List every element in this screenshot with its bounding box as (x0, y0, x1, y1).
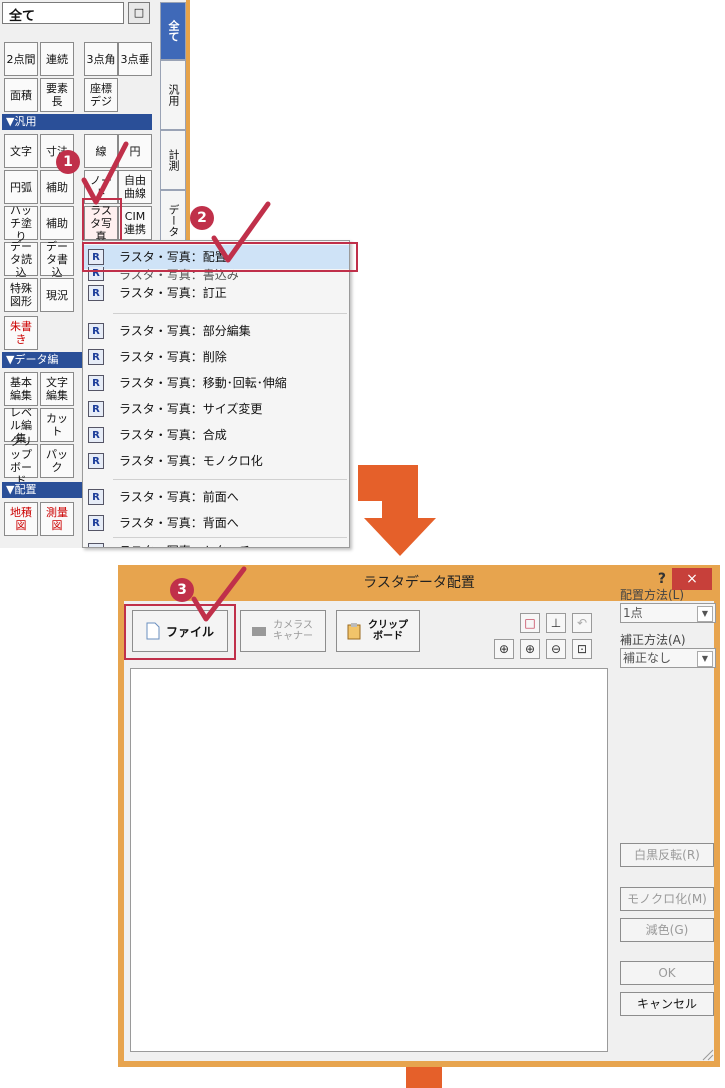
palette-toggle-button[interactable]: □ (128, 2, 150, 24)
raster-icon: R (88, 285, 104, 301)
tool-coordinate[interactable]: 座標デジ (84, 78, 118, 112)
ok-button[interactable]: OK (620, 961, 714, 985)
menu-separator (113, 537, 347, 538)
help-button[interactable]: ? (658, 571, 666, 587)
tool-text-edit[interactable]: 文字編集 (40, 372, 74, 406)
raster-context-menu: R ラスタ・写真：配置 R ラスタ・写真：書込み R ラスタ・写真：訂正 R ラ… (82, 240, 350, 548)
undo-icon[interactable]: ↶ (572, 613, 592, 633)
tool-text[interactable]: 文字 (4, 134, 38, 168)
clipboard-icon (347, 623, 361, 640)
raster-icon: R (88, 427, 104, 443)
frame-tool-icon[interactable]: □ (520, 613, 540, 633)
clipboard-button[interactable]: クリップボード (336, 610, 420, 652)
raster-icon: R (88, 515, 104, 531)
placement-method-label: 配置方法(L) (620, 588, 685, 602)
align-tool-icon[interactable]: ⊥ (546, 613, 566, 633)
raster-icon: R (88, 323, 104, 339)
tool-data-write[interactable]: データ書込 (40, 240, 74, 279)
menu-item-merge[interactable]: R ラスタ・写真：合成 (83, 423, 349, 447)
step2-check-icon (211, 201, 271, 263)
tool-data-read[interactable]: データ読込 (4, 240, 38, 279)
flow-arrow-down-icon (364, 518, 436, 556)
zoom-in-icon[interactable]: ⊕ (520, 639, 540, 659)
tool-survey-map[interactable]: 測量図 (40, 502, 74, 536)
placement-method-select[interactable]: 1点 ▼ (620, 603, 716, 623)
tool-special-figure[interactable]: 特殊図形 (4, 278, 38, 312)
section-general[interactable]: ▼汎用 (2, 114, 152, 130)
menu-separator (113, 313, 347, 314)
zoom-window-icon[interactable]: ⊕ (494, 639, 514, 659)
preview-area[interactable] (130, 668, 608, 1052)
monochrome-button[interactable]: モノクロ化(M) (620, 887, 714, 911)
step1-badge: 1 (56, 150, 80, 174)
raster-icon: R (88, 375, 104, 391)
chevron-down-icon: ▼ (697, 606, 713, 622)
cancel-button[interactable]: キャンセル (620, 992, 714, 1016)
flow-arrow-body-2 (406, 1067, 442, 1088)
tool-aux-2[interactable]: 補助 (40, 206, 74, 240)
menu-item-bring-front[interactable]: R ラスタ・写真：前面へ (83, 485, 349, 509)
raster-icon: R (88, 349, 104, 365)
raster-icon: R (88, 453, 104, 469)
menu-item-delete[interactable]: R ラスタ・写真：削除 (83, 345, 349, 369)
tool-hatch[interactable]: ハッチ塗り (4, 204, 38, 243)
menu-item-resize[interactable]: R ラスタ・写真：サイズ変更 (83, 397, 349, 421)
tool-2point-distance[interactable]: 2点間 (4, 42, 38, 76)
invert-button[interactable]: 白黒反転(R) (620, 843, 714, 867)
tool-pack[interactable]: パック (40, 444, 74, 478)
tool-3point-perp[interactable]: 3点垂 (118, 42, 152, 76)
chevron-down-icon: ▼ (697, 651, 713, 667)
camera-scanner-button[interactable]: カメラスキャナー (240, 610, 326, 652)
step3-check-icon (191, 566, 247, 622)
resize-grip-icon[interactable] (700, 1047, 714, 1061)
step1-check-icon (81, 141, 129, 205)
correction-method-label: 補正方法(A) (620, 633, 686, 647)
reduce-color-button[interactable]: 減色(G) (620, 918, 714, 942)
menu-item-correct[interactable]: R ラスタ・写真：訂正 (83, 281, 349, 305)
tool-element-length[interactable]: 要素長 (40, 78, 74, 112)
flow-arrow-body-v (382, 465, 418, 523)
tool-current[interactable]: 現況 (40, 278, 74, 312)
tool-clipboard[interactable]: クリップボード (4, 435, 38, 487)
camera-icon (252, 627, 266, 636)
tab-measure[interactable]: 計測 (160, 130, 186, 190)
tool-arc[interactable]: 円弧 (4, 170, 38, 204)
tool-red-note[interactable]: 朱書き (4, 316, 38, 350)
menu-item-send-back[interactable]: R ラスタ・写真：背面へ (83, 511, 349, 535)
raster-icon: R (88, 543, 104, 547)
correction-method-select[interactable]: 補正なし ▼ (620, 648, 716, 668)
raster-icon: R (88, 401, 104, 417)
raster-icon: R (88, 489, 104, 505)
menu-item-move-rotate[interactable]: R ラスタ・写真：移動･回転･伸縮 (83, 371, 349, 395)
fit-view-icon[interactable]: ⊡ (572, 639, 592, 659)
category-combo[interactable]: 全て (2, 2, 124, 24)
zoom-out-icon[interactable]: ⊖ (546, 639, 566, 659)
tool-cim-link[interactable]: CIM連携 (118, 206, 152, 240)
menu-item-monochrome[interactable]: R ラスタ・写真：モノクロ化 (83, 449, 349, 473)
menu-item-partial-edit[interactable]: R ラスタ・写真：部分編集 (83, 319, 349, 343)
tool-area[interactable]: 面積 (4, 78, 38, 112)
tool-3point-angle[interactable]: 3点角 (84, 42, 118, 76)
tool-continuous[interactable]: 連続 (40, 42, 74, 76)
tool-basic-edit[interactable]: 基本編集 (4, 372, 38, 406)
tool-aux[interactable]: 補助 (40, 170, 74, 204)
menu-item-touch[interactable]: R ラスタ・写真：トタッチ (83, 539, 349, 547)
tool-cut[interactable]: カット (40, 408, 74, 442)
tab-all[interactable]: 全て (160, 2, 186, 60)
tool-cadastral-map[interactable]: 地積図 (4, 502, 38, 536)
menu-separator (113, 479, 347, 480)
tab-general[interactable]: 汎用 (160, 60, 186, 130)
